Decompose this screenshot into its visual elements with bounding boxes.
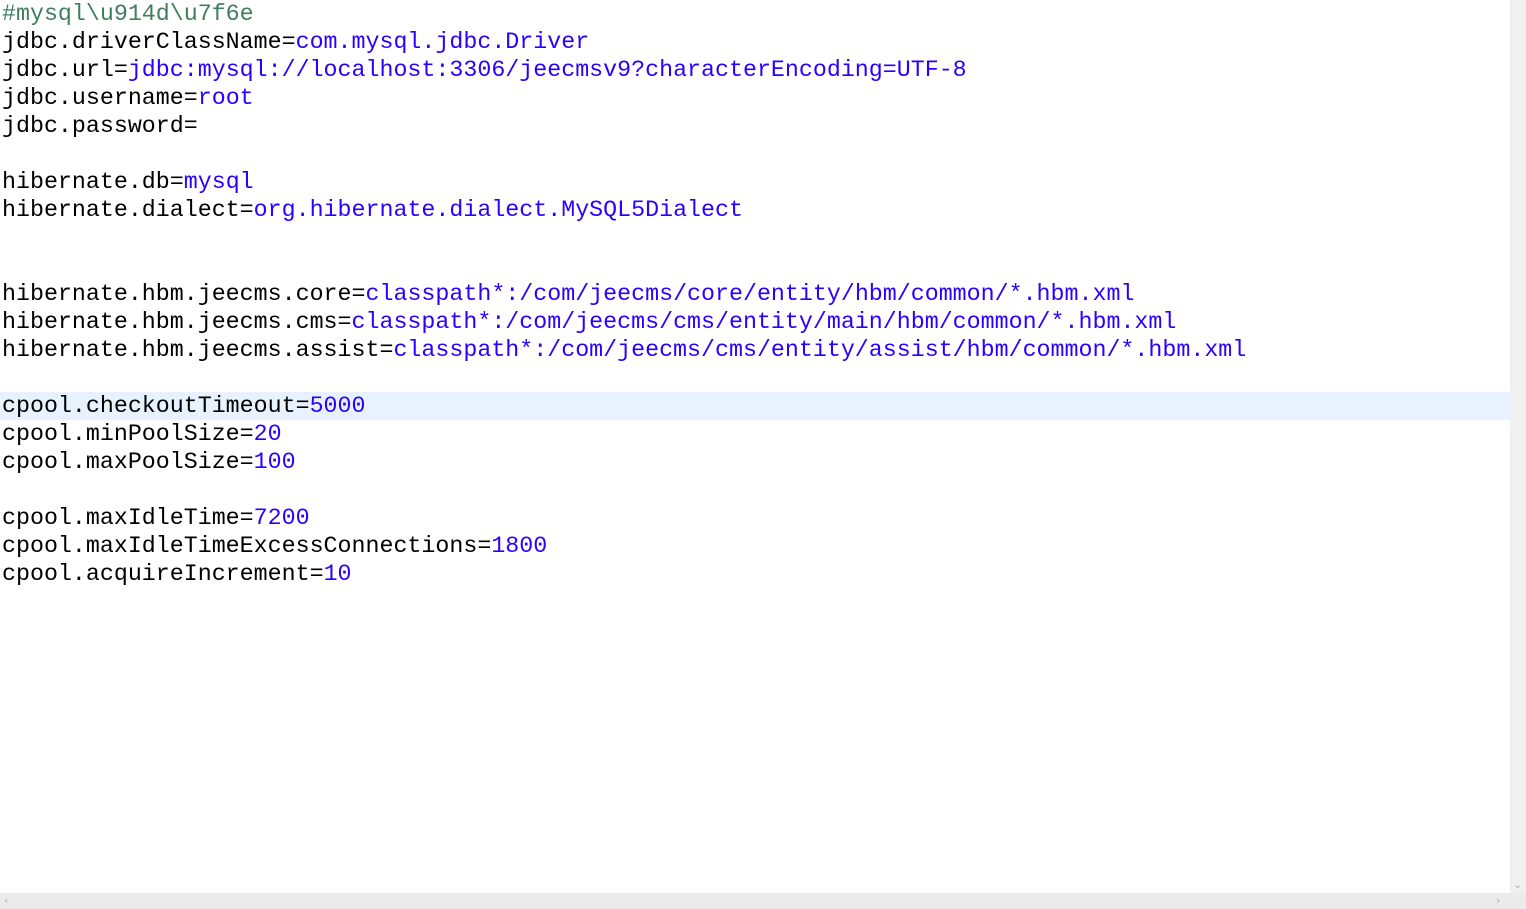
property-value: 5000 <box>309 393 366 419</box>
property-value: jdbc:mysql://localhost:3306/jeecmsv9?cha… <box>127 57 967 83</box>
code-line[interactable]: hibernate.hbm.jeecms.cms=classpath*:/com… <box>0 308 1510 336</box>
code-line[interactable] <box>0 476 1510 504</box>
property-value: 20 <box>253 421 282 447</box>
property-value: 1800 <box>491 533 548 559</box>
code-line[interactable]: jdbc.password= <box>0 112 1510 140</box>
code-line[interactable]: hibernate.hbm.jeecms.assist=classpath*:/… <box>0 336 1510 364</box>
property-key: cpool.minPoolSize= <box>2 421 254 447</box>
property-value: 7200 <box>253 505 310 531</box>
property-key: cpool.checkoutTimeout= <box>2 393 310 419</box>
property-value: root <box>197 85 254 111</box>
code-line[interactable] <box>0 364 1510 392</box>
property-value: mysql <box>183 169 254 195</box>
vertical-scrollbar[interactable]: ⌄ <box>1510 0 1526 893</box>
code-line[interactable]: jdbc.driverClassName=com.mysql.jdbc.Driv… <box>0 28 1510 56</box>
code-line[interactable] <box>0 224 1510 252</box>
property-key: cpool.maxIdleTimeExcessConnections= <box>2 533 492 559</box>
code-line[interactable]: jdbc.username=root <box>0 84 1510 112</box>
code-line[interactable]: hibernate.db=mysql <box>0 168 1510 196</box>
property-key: hibernate.dialect= <box>2 197 254 223</box>
property-value: classpath*:/com/jeecms/cms/entity/assist… <box>393 337 1247 363</box>
property-value: classpath*:/com/jeecms/cms/entity/main/h… <box>351 309 1177 335</box>
property-key: cpool.maxPoolSize= <box>2 449 254 475</box>
chevron-down-icon[interactable]: ⌄ <box>1513 878 1522 891</box>
code-line[interactable]: cpool.acquireIncrement=10 <box>0 560 1510 588</box>
code-line[interactable] <box>0 140 1510 168</box>
property-key: jdbc.password= <box>2 113 198 139</box>
property-key: jdbc.url= <box>2 57 128 83</box>
code-line[interactable]: hibernate.dialect=org.hibernate.dialect.… <box>0 196 1510 224</box>
property-key: cpool.acquireIncrement= <box>2 561 324 587</box>
property-value: org.hibernate.dialect.MySQL5Dialect <box>253 197 743 223</box>
property-key: hibernate.hbm.jeecms.core= <box>2 281 366 307</box>
code-line[interactable]: hibernate.hbm.jeecms.core=classpath*:/co… <box>0 280 1510 308</box>
code-line[interactable]: cpool.checkoutTimeout=5000 <box>0 392 1510 420</box>
horizontal-scrollbar[interactable]: ‹ › <box>0 893 1526 909</box>
property-value: 10 <box>323 561 352 587</box>
property-value: classpath*:/com/jeecms/core/entity/hbm/c… <box>365 281 1135 307</box>
code-line[interactable]: cpool.maxPoolSize=100 <box>0 448 1510 476</box>
properties-editor[interactable]: #mysql\u914d\u7f6e jdbc.driverClassName=c… <box>0 0 1510 893</box>
property-value: 100 <box>253 449 296 475</box>
property-value: com.mysql.jdbc.Driver <box>295 29 590 55</box>
code-line[interactable]: jdbc.url=jdbc:mysql://localhost:3306/jee… <box>0 56 1510 84</box>
property-key: jdbc.driverClassName= <box>2 29 296 55</box>
property-key: hibernate.hbm.jeecms.assist= <box>2 337 394 363</box>
comment-text: #mysql\u914d\u7f6e <box>2 1 254 27</box>
property-key: cpool.maxIdleTime= <box>2 505 254 531</box>
property-key: jdbc.username= <box>2 85 198 111</box>
code-line[interactable]: #mysql\u914d\u7f6e <box>0 0 1510 28</box>
code-line[interactable]: cpool.minPoolSize=20 <box>0 420 1510 448</box>
code-line[interactable] <box>0 252 1510 280</box>
chevron-left-icon[interactable]: ‹ <box>4 894 8 907</box>
code-line[interactable]: cpool.maxIdleTime=7200 <box>0 504 1510 532</box>
chevron-right-icon[interactable]: › <box>1496 894 1500 907</box>
property-key: hibernate.hbm.jeecms.cms= <box>2 309 352 335</box>
property-key: hibernate.db= <box>2 169 184 195</box>
code-line[interactable]: cpool.maxIdleTimeExcessConnections=1800 <box>0 532 1510 560</box>
